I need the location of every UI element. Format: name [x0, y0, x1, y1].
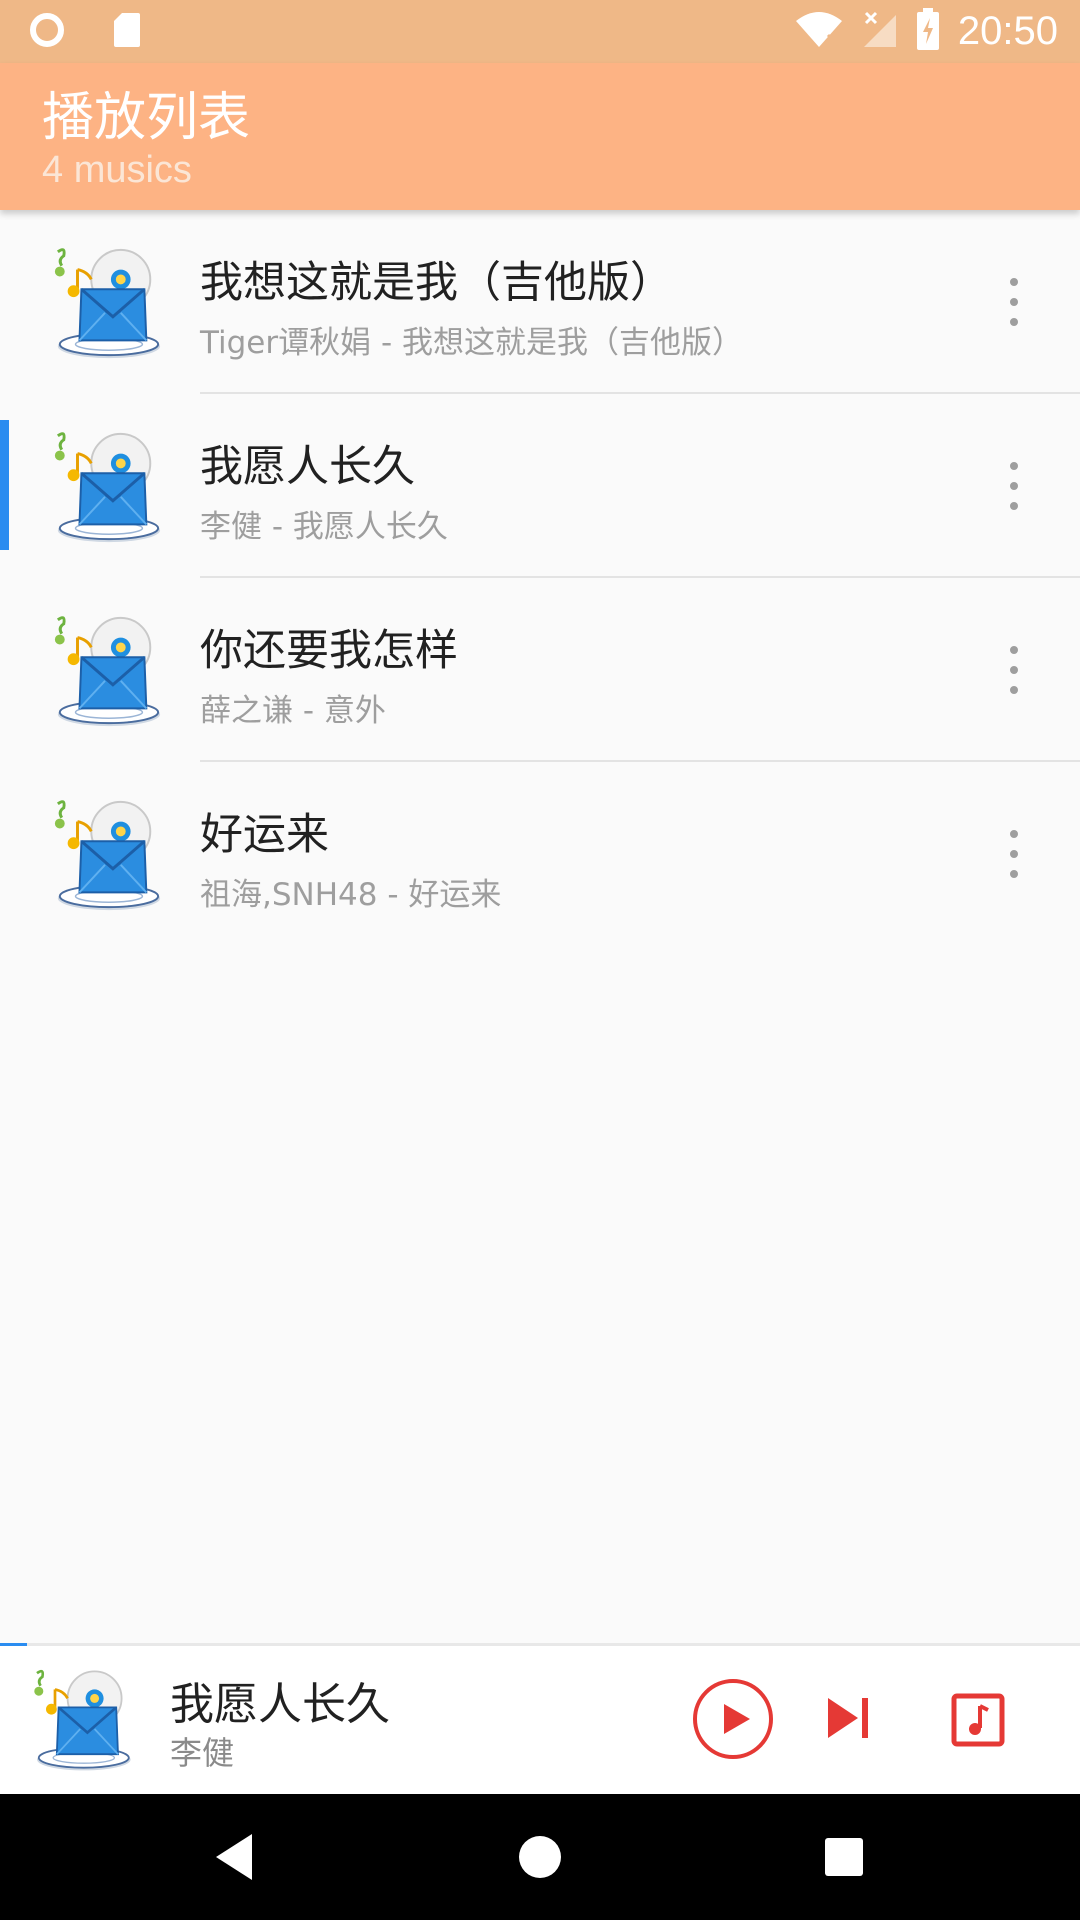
song-title: 我想这就是我（吉他版） — [200, 258, 673, 308]
playlist-music-icon[interactable] — [950, 1692, 1006, 1748]
circle-notification-icon — [28, 11, 66, 53]
skip-next-icon[interactable] — [824, 1694, 872, 1742]
music-album-icon — [48, 428, 166, 546]
sd-card-icon — [112, 11, 142, 53]
music-album-icon — [28, 1666, 136, 1774]
playlist-item-active[interactable]: 我愿人长久 李健 - 我愿人长久 — [0, 394, 1080, 578]
page-title: 播放列表 — [42, 88, 251, 148]
more-vertical-icon[interactable] — [994, 640, 1034, 700]
music-album-icon — [48, 796, 166, 914]
playing-indicator — [0, 420, 9, 550]
signal-off-icon — [862, 9, 898, 53]
song-subtitle: 薛之谦 - 意外 — [200, 693, 386, 729]
app-toolbar: 播放列表 4 musics — [0, 63, 1080, 210]
now-playing-title: 我愿人长久 — [170, 1679, 390, 1730]
song-subtitle: 李健 - 我愿人长久 — [200, 509, 448, 545]
playlist-item[interactable]: 好运来 祖海,SNH48 - 好运来 — [0, 762, 1080, 946]
status-bar: 20:50 — [0, 0, 1080, 63]
song-title: 好运来 — [200, 810, 329, 860]
system-nav-bar — [0, 1794, 1080, 1920]
now-playing-artist: 李健 — [170, 1734, 235, 1772]
more-vertical-icon[interactable] — [994, 824, 1034, 884]
music-album-icon — [48, 244, 166, 362]
battery-charging-icon — [916, 8, 940, 54]
playlist-item[interactable]: 你还要我怎样 薛之谦 - 意外 — [0, 578, 1080, 762]
home-icon[interactable] — [480, 1794, 600, 1920]
more-vertical-icon[interactable] — [994, 272, 1034, 332]
wifi-off-icon — [794, 9, 844, 53]
more-vertical-icon[interactable] — [994, 456, 1034, 516]
song-subtitle: Tiger谭秋娟 - 我想这就是我（吉他版） — [200, 325, 743, 361]
playlist: 我想这就是我（吉他版） Tiger谭秋娟 - 我想这就是我（吉他版） 我愿人长久… — [0, 210, 1080, 946]
music-count: 4 musics — [42, 149, 192, 191]
recents-icon[interactable] — [784, 1794, 904, 1920]
song-subtitle: 祖海,SNH48 - 好运来 — [200, 877, 502, 913]
song-title: 我愿人长久 — [200, 442, 415, 492]
mini-player[interactable]: 我愿人长久 李健 — [0, 1646, 1080, 1794]
song-title: 你还要我怎样 — [200, 626, 458, 676]
music-album-icon — [48, 612, 166, 730]
play-icon[interactable] — [692, 1678, 774, 1760]
status-time: 20:50 — [957, 9, 1058, 53]
back-icon[interactable] — [176, 1794, 296, 1920]
playlist-item[interactable]: 我想这就是我（吉他版） Tiger谭秋娟 - 我想这就是我（吉他版） — [0, 210, 1080, 394]
